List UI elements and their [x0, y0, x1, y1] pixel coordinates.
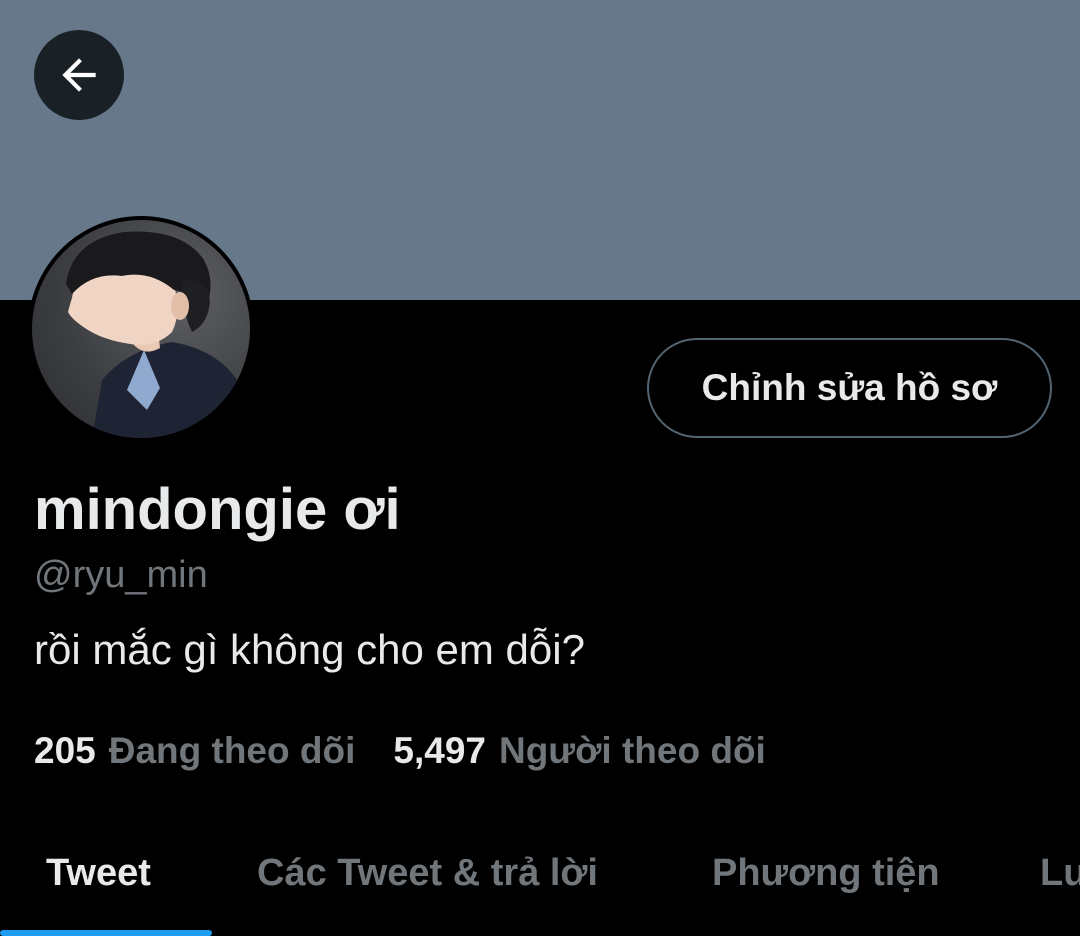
tab-likes[interactable]: Lượt thích [1040, 850, 1080, 896]
edit-profile-button[interactable]: Chỉnh sửa hồ sơ [647, 338, 1052, 438]
avatar-illustration [66, 231, 250, 438]
active-tab-indicator [0, 930, 212, 936]
profile-photo [32, 220, 250, 438]
profile-tabs: Tweet Các Tweet & trả lời Phương tiện Lư… [0, 840, 1080, 936]
user-bio: rồi mắc gì không cho em dỗi? [34, 626, 585, 673]
back-button[interactable] [34, 30, 124, 120]
following-link[interactable]: 205 Đang theo dõi [34, 726, 355, 776]
user-handle: @ryu_min [34, 554, 208, 596]
following-count: 205 [34, 730, 96, 771]
display-name: mindongie ơi [34, 477, 401, 542]
profile-page: Chỉnh sửa hồ sơ mindongie ơi @ryu_min rồ… [0, 0, 1080, 936]
tab-media[interactable]: Phương tiện [712, 850, 940, 896]
avatar[interactable] [28, 216, 254, 442]
followers-count: 5,497 [393, 730, 486, 771]
arrow-left-icon [62, 58, 96, 92]
tab-tweets[interactable]: Tweet [46, 850, 151, 896]
following-label: Đang theo dõi [108, 730, 356, 771]
followers-link[interactable]: 5,497 Người theo dõi [393, 726, 765, 776]
tab-tweets-replies[interactable]: Các Tweet & trả lời [257, 850, 598, 896]
followers-label: Người theo dõi [498, 730, 766, 771]
follow-stats: 205 Đang theo dõi 5,497 Người theo dõi [34, 726, 766, 776]
